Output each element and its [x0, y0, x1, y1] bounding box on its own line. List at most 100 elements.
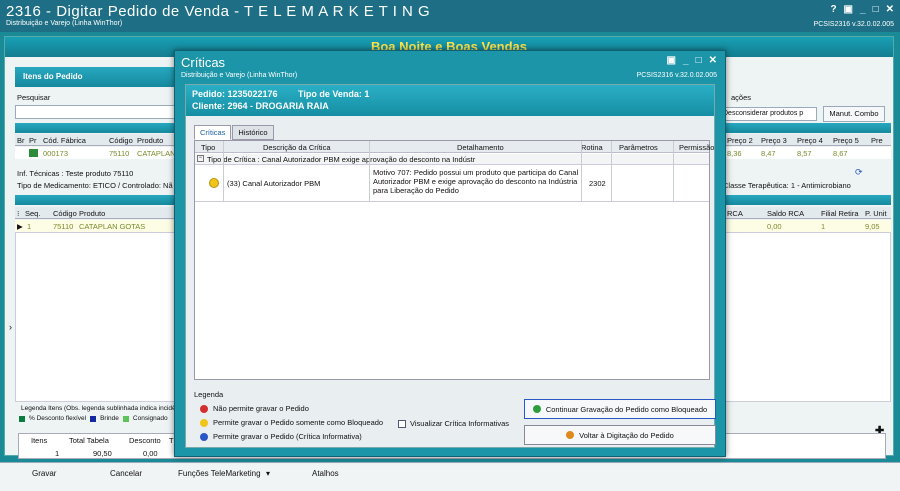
tab-historico[interactable]: Histórico — [232, 125, 274, 140]
expand-icon[interactable]: › — [9, 322, 12, 332]
col-parametros: Parâmetros — [619, 143, 658, 152]
dialog-controls: ▣ _ □ ✕ — [667, 55, 717, 66]
desconsiderar-value: Desconsiderar produtos p — [723, 110, 804, 117]
col-br: Br — [17, 136, 25, 145]
col-pre: Pre — [871, 136, 883, 145]
itens-title: Itens do Pedido — [23, 72, 83, 81]
warning-icon — [209, 178, 219, 188]
criticas-dialog: Críticas Distribuição e Varejo (Linha Wi… — [174, 50, 726, 457]
col-rotina: Rotina — [581, 143, 603, 152]
col-detalhamento: Detalhamento — [457, 143, 504, 152]
chevron-down-icon[interactable]: ▾ — [266, 469, 270, 478]
critica-rotina: 2302 — [589, 179, 606, 188]
totals-desconto-value: 0,00 — [143, 449, 158, 458]
app-title: 2316 - Digitar Pedido de Venda - T E L E… — [6, 3, 431, 20]
dialog-minimize-icon[interactable]: _ — [683, 55, 689, 66]
minimize-icon[interactable]: _ — [860, 4, 866, 15]
checkbox-box[interactable] — [398, 419, 406, 428]
row-preco4: 8,57 — [797, 149, 812, 158]
dialog-close-icon[interactable]: ✕ — [709, 55, 717, 66]
col-pr: Pr — [29, 136, 37, 145]
legend-item-informativa: Permite gravar o Pedido (Crítica Informa… — [200, 432, 362, 441]
refresh-icon[interactable]: ⟳ — [855, 167, 863, 178]
criticas-legend: Legenda Não permite gravar o Pedido Perm… — [194, 390, 394, 445]
row-punit: 9,05 — [865, 222, 880, 231]
totals-tabela-label: Total Tabela — [69, 436, 109, 445]
grid-divider — [611, 141, 612, 202]
row-preco2: 8,36 — [727, 149, 742, 158]
row-produto2: CATAPLAN GOTAS — [79, 222, 146, 231]
legenda-itens: % Desconto flexível Brinde Consignado — [19, 415, 168, 422]
info-icon — [200, 432, 208, 441]
col-preco5: Preço 5 — [833, 136, 859, 145]
visualizar-checkbox[interactable]: Visualizar Crítica Informativas — [398, 419, 509, 428]
legend-nao-permite-text: Não permite gravar o Pedido — [213, 404, 309, 413]
legend-brinde: Brinde — [100, 415, 119, 422]
criticas-grid-header: Tipo Descrição da Crítica Detalhamento R… — [195, 141, 714, 153]
manut-combo-button[interactable]: Manut. Combo — [823, 106, 885, 122]
funcoes-menu[interactable]: Funções TeleMarketing — [178, 469, 261, 478]
brinde-swatch — [90, 415, 97, 422]
totals-itens-label: Itens — [31, 436, 48, 445]
totals-itens-value: 1 — [55, 449, 60, 458]
bottom-toolbar: Gravar Cancelar Funções TeleMarketing ▾ … — [0, 462, 900, 491]
row-codigo: 75110 — [109, 149, 130, 158]
dialog-version: PCSIS2316 v.32.0.02.005 — [636, 72, 717, 79]
consignado-swatch — [122, 415, 129, 422]
grid-divider — [369, 141, 370, 202]
warning-icon — [200, 418, 208, 427]
dialog-subtitle: Distribuição e Varejo (Linha WinThor) — [181, 72, 298, 79]
tipo-medicamento: Tipo de Medicamento: ETICO / Controlado:… — [17, 181, 173, 190]
criticas-grid: Tipo Descrição da Crítica Detalhamento R… — [194, 140, 714, 380]
critica-detalhamento: Motivo 707: Pedido possui um produto que… — [373, 168, 579, 195]
pesquisar-input[interactable] — [15, 105, 179, 119]
col-preco3: Preço 3 — [761, 136, 787, 145]
itens-section-header: Itens do Pedido — [15, 67, 183, 87]
group-row-text: Tipo de Crítica : Canal Autorizador PBM … — [207, 155, 476, 164]
group-row[interactable]: − Tipo de Crítica : Canal Autorizador PB… — [195, 154, 709, 165]
maximize-icon[interactable]: □ — [873, 4, 879, 15]
cancelar-button[interactable]: Cancelar — [110, 469, 142, 478]
atalhos-button[interactable]: Atalhos — [312, 469, 339, 478]
row-produto: CATAPLAN — [137, 149, 176, 158]
dialog-maximize-icon[interactable]: □ — [696, 55, 702, 66]
voltar-button[interactable]: Voltar à Digitação do Pedido — [524, 425, 716, 445]
col-produto: Produto — [137, 136, 164, 145]
col-saldo-rca: Saldo RCA — [767, 209, 805, 218]
dialog-restore-icon[interactable]: ▣ — [667, 55, 676, 66]
gravar-button[interactable]: Gravar — [32, 469, 56, 478]
restore-icon[interactable]: ▣ — [844, 4, 853, 15]
col-codigo2: Código — [53, 209, 77, 218]
legend-informativa-text: Permite gravar o Pedido (Crítica Informa… — [213, 432, 362, 441]
pedido-number: Pedido: 1235022176 — [192, 89, 278, 99]
critica-row[interactable]: (33) Canal Autorizador PBM Motivo 707: P… — [195, 166, 709, 202]
continuar-button[interactable]: Continuar Gravação do Pedido como Bloque… — [524, 399, 716, 419]
col-permissao: Permissão — [679, 143, 715, 152]
help-icon[interactable]: ? — [830, 4, 836, 15]
dialog-title: Críticas — [181, 55, 226, 70]
col-filial-retira: Filial Retira — [821, 209, 859, 218]
col-preco4: Preço 4 — [797, 136, 823, 145]
col-p-unit: P. Unit — [865, 209, 887, 218]
collapse-icon[interactable]: − — [197, 155, 204, 162]
tab-criticas[interactable]: Críticas — [194, 125, 232, 140]
col-codigo: Código — [109, 136, 133, 145]
app-title-bar: 2316 - Digitar Pedido de Venda - T E L E… — [0, 0, 900, 32]
row-preco3: 8,47 — [761, 149, 776, 158]
row-codigo2: 75110 — [53, 222, 74, 231]
back-icon — [566, 431, 575, 439]
classe-terapeutica: Classe Terapêutica: 1 - Antimicrobiano — [723, 181, 851, 190]
col-rca: RCA — [727, 209, 743, 218]
desconsiderar-select[interactable]: Desconsiderar produtos p — [719, 107, 817, 121]
product-status-icon — [29, 149, 38, 157]
tipo-venda: Tipo de Venda: 1 — [298, 89, 370, 99]
close-icon[interactable]: ✕ — [886, 4, 894, 15]
voltar-label: Voltar à Digitação do Pedido — [579, 430, 674, 440]
row-cod-fabrica: 000173 — [43, 149, 69, 158]
totals-desconto-label: Desconto — [129, 436, 161, 445]
legend-title: Legenda — [194, 390, 224, 399]
col-descricao: Descrição da Crítica — [263, 143, 331, 152]
continuar-label: Continuar Gravação do Pedido como Bloque… — [545, 404, 708, 414]
check-icon — [532, 405, 541, 413]
col-filter-icon: ⁝ — [17, 209, 20, 218]
